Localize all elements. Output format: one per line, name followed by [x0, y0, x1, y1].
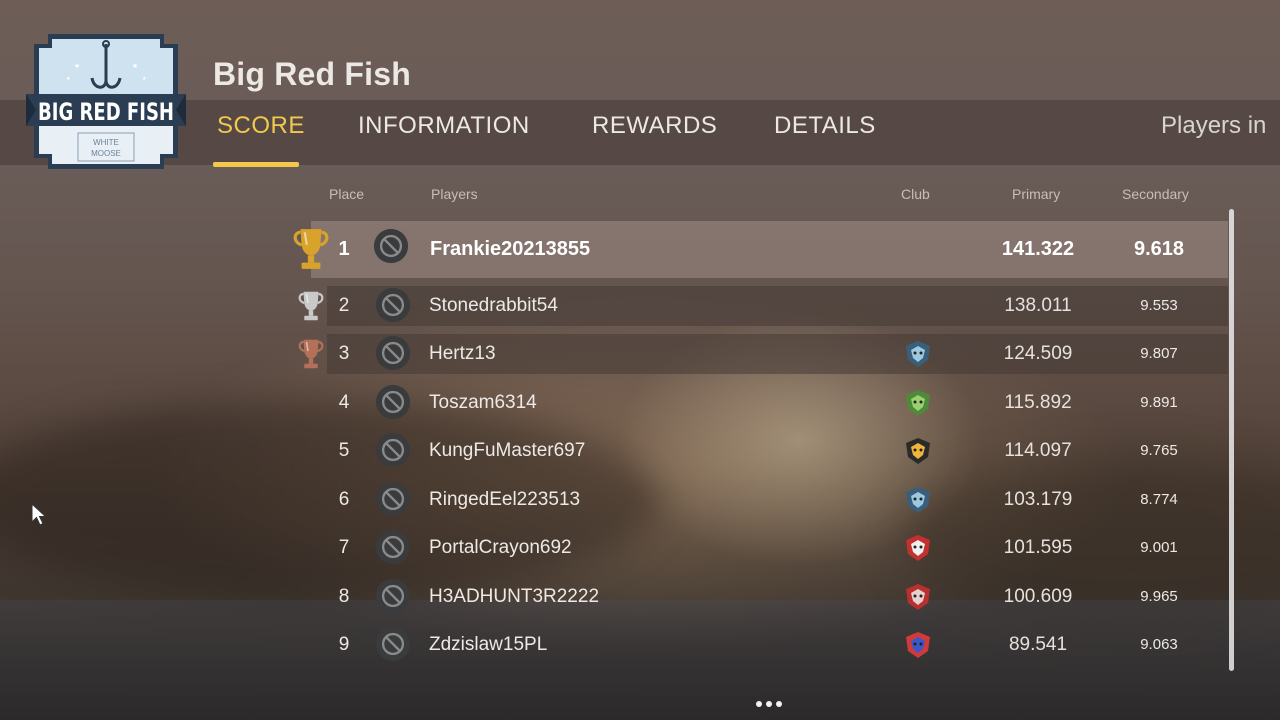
shark-club-icon[interactable]	[902, 484, 934, 516]
place-number: 3	[338, 343, 350, 364]
player-name[interactable]: H3ADHUNT3R2222	[429, 586, 599, 608]
svg-text:★: ★	[74, 62, 80, 70]
svg-text:★: ★	[132, 62, 138, 70]
place-number: 2	[338, 295, 350, 316]
secondary-score: 9.618	[1133, 238, 1185, 260]
tab-rewards[interactable]: REWARDS	[592, 112, 717, 140]
secondary-score: 9.553	[1140, 297, 1178, 314]
primary-score: 141.322	[1001, 238, 1075, 260]
tab-bar: SCORE INFORMATION REWARDS DETAILS Player…	[0, 112, 1280, 167]
player-name[interactable]: Frankie20213855	[430, 238, 590, 261]
place-number: 8	[338, 586, 350, 607]
place-number: 9	[338, 634, 350, 655]
no-avatar-icon	[375, 384, 411, 420]
secondary-score: 9.891	[1140, 394, 1178, 411]
scrollbar[interactable]	[1229, 209, 1234, 671]
place-number: 1	[338, 238, 350, 260]
white-shark-club-icon[interactable]	[902, 532, 934, 564]
no-avatar-icon	[375, 432, 411, 468]
no-avatar-icon	[375, 578, 411, 614]
primary-score: 101.595	[1003, 537, 1073, 558]
more-icon[interactable]	[754, 694, 794, 707]
gold-trophy-icon	[293, 229, 329, 269]
red-creature-club-icon[interactable]	[902, 581, 934, 613]
shark-club-icon[interactable]	[902, 338, 934, 370]
secondary-score: 9.001	[1140, 539, 1178, 556]
no-avatar-icon	[375, 335, 411, 371]
column-header-players: Players	[431, 186, 478, 202]
place-number: 6	[338, 489, 350, 510]
secondary-score: 9.765	[1140, 442, 1178, 459]
tab-information[interactable]: INFORMATION	[358, 112, 530, 140]
players-in-label[interactable]: Players in	[1161, 112, 1266, 140]
column-header-secondary: Secondary	[1122, 186, 1189, 202]
tab-score[interactable]: SCORE	[217, 112, 305, 140]
primary-score: 89.541	[1008, 634, 1068, 655]
no-avatar-icon	[375, 287, 411, 323]
no-avatar-icon	[375, 481, 411, 517]
primary-score: 103.179	[1003, 489, 1073, 510]
place-number: 4	[338, 392, 350, 413]
active-tab-indicator	[213, 162, 299, 167]
secondary-score: 9.965	[1140, 588, 1178, 605]
column-header-primary: Primary	[1012, 186, 1061, 202]
svg-text:★: ★	[142, 76, 147, 82]
game-title: Big Red Fish	[213, 56, 411, 92]
column-header-place: Place	[329, 186, 365, 202]
yellow-creature-club-icon[interactable]	[902, 435, 934, 467]
player-name[interactable]: Stonedrabbit54	[429, 295, 558, 317]
primary-score: 115.892	[1004, 392, 1072, 413]
no-avatar-icon	[375, 626, 411, 662]
silver-trophy-icon	[298, 291, 324, 321]
tab-details[interactable]: DETAILS	[774, 112, 876, 140]
no-avatar-icon	[373, 228, 409, 264]
player-name[interactable]: Toszam6314	[429, 392, 537, 414]
secondary-score: 8.774	[1140, 491, 1178, 508]
player-name[interactable]: Hertz13	[429, 343, 496, 365]
player-name[interactable]: Zdzislaw15PL	[429, 634, 547, 656]
no-avatar-icon	[375, 529, 411, 565]
primary-score: 124.509	[1003, 343, 1073, 364]
svg-text:★: ★	[66, 76, 71, 82]
player-name[interactable]: KungFuMaster697	[429, 440, 585, 462]
place-number: 5	[338, 440, 350, 461]
primary-score: 100.609	[1003, 586, 1073, 607]
green-fish-club-icon[interactable]	[902, 387, 934, 419]
place-number: 7	[338, 537, 350, 558]
mouse-cursor-icon	[31, 503, 47, 526]
player-name[interactable]: RingedEel223513	[429, 489, 580, 511]
red-blue-club-icon[interactable]	[902, 629, 934, 661]
bronze-trophy-icon	[298, 339, 324, 369]
primary-score: 138.011	[1004, 295, 1072, 316]
secondary-score: 9.063	[1140, 636, 1178, 653]
player-name[interactable]: PortalCrayon692	[429, 537, 572, 559]
column-header-club: Club	[901, 186, 930, 202]
secondary-score: 9.807	[1140, 345, 1178, 362]
primary-score: 114.097	[1004, 440, 1072, 461]
